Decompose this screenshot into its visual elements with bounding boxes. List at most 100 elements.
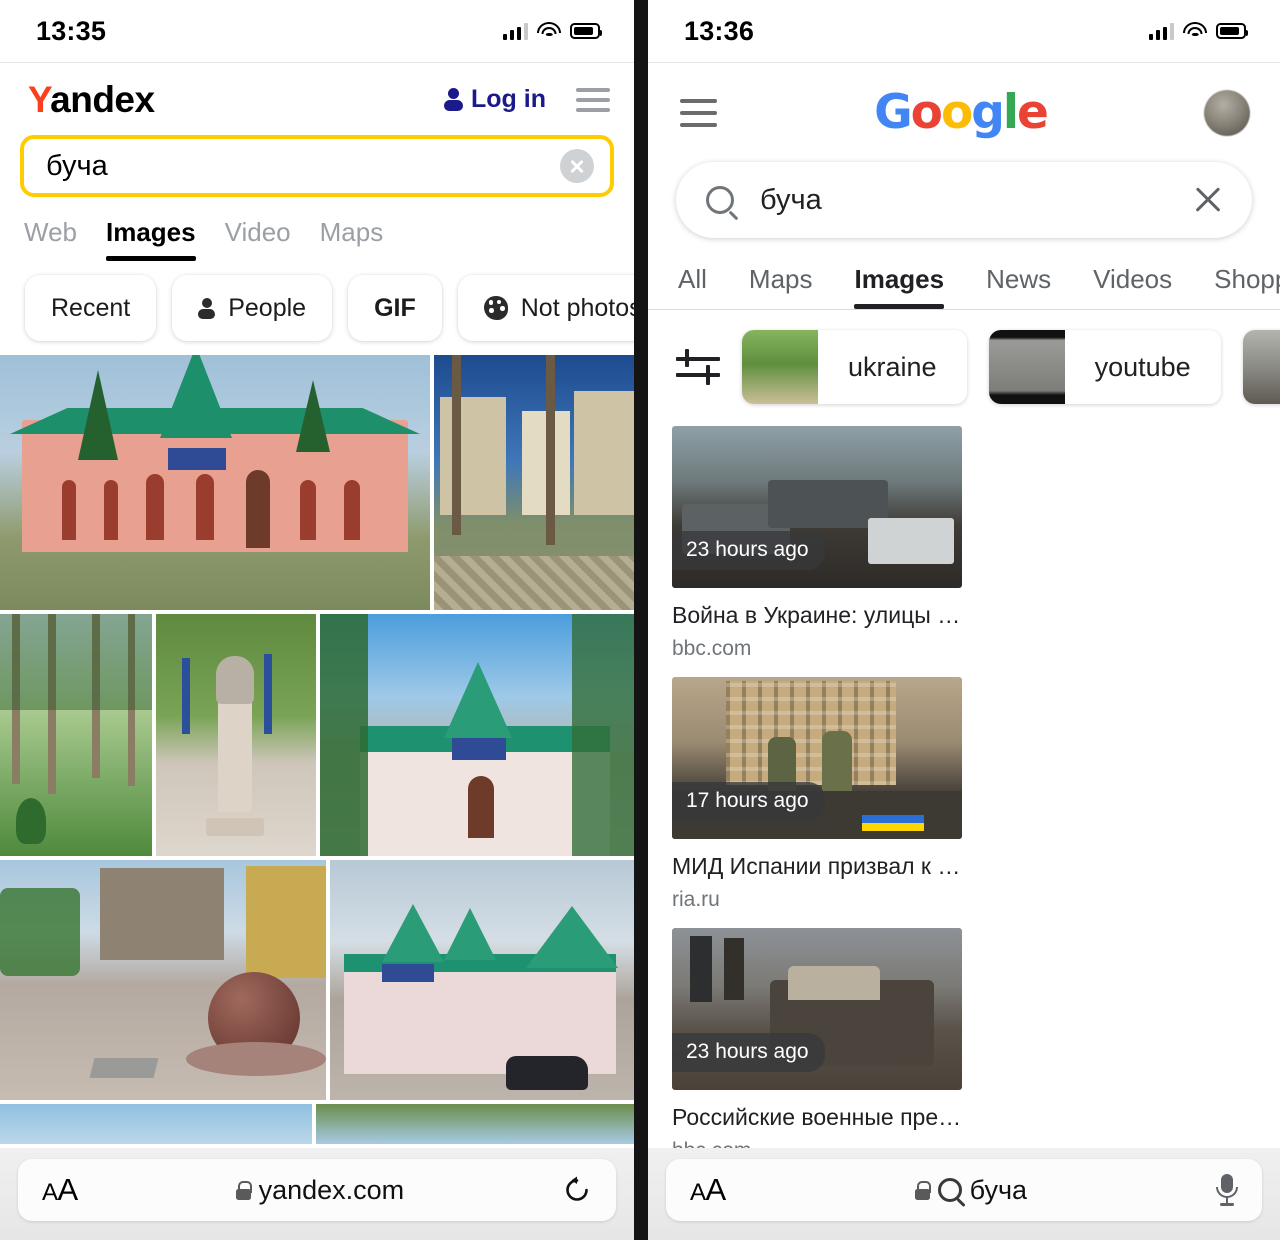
tab-images[interactable]: Images <box>854 264 944 309</box>
address-bar-url: yandex.com <box>258 1174 405 1205</box>
filter-chip-people[interactable]: People <box>172 275 333 341</box>
avatar[interactable] <box>1204 89 1250 136</box>
tab-images[interactable]: Images <box>106 217 196 261</box>
image-result-title[interactable]: Российские военные престу… <box>672 1104 962 1131</box>
yandex-logo-y: Y <box>28 79 51 120</box>
image-result[interactable] <box>320 614 634 856</box>
hamburger-menu-icon[interactable] <box>576 87 610 112</box>
related-chip-label: ukraine <box>848 351 937 382</box>
tab-video[interactable]: Video <box>225 217 291 261</box>
tab-maps[interactable]: Maps <box>749 264 813 309</box>
microphone-icon[interactable] <box>1216 1174 1238 1206</box>
image-result[interactable] <box>330 860 634 1100</box>
image-result[interactable] <box>0 614 152 856</box>
google-tabs: All Maps Images News Videos Shopping <box>648 238 1280 309</box>
text-size-button[interactable]: AA <box>690 1172 726 1208</box>
logo-letter: e <box>1017 85 1049 140</box>
address-bar[interactable]: AA yandex.com <box>18 1159 616 1221</box>
login-label: Log in <box>471 85 546 113</box>
filter-chip-gif[interactable]: GIF <box>348 275 442 341</box>
image-result-title[interactable]: Война в Украине: улицы Буч… <box>672 602 962 629</box>
status-icons <box>502 22 603 40</box>
search-input[interactable]: буча <box>20 135 614 197</box>
filter-chip-not-photos[interactable]: Not photos <box>457 275 634 341</box>
cellular-signal-icon <box>1148 22 1174 40</box>
related-chip-thumbnail <box>742 330 818 404</box>
reload-icon[interactable] <box>562 1175 592 1205</box>
image-result[interactable] <box>156 614 316 856</box>
tab-videos[interactable]: Videos <box>1093 264 1172 309</box>
tab-web[interactable]: Web <box>24 217 77 261</box>
image-result-card[interactable]: 23 hours ago Война в Украине: улицы Буч…… <box>672 426 962 661</box>
google-page: Google буча All Maps Images News Videos … <box>648 62 1280 1148</box>
filter-chip-label: People <box>228 293 307 322</box>
image-result-source: ria.ru <box>672 888 720 911</box>
image-result-source: bbc.com <box>672 637 752 660</box>
tab-all[interactable]: All <box>678 264 707 309</box>
yandex-status-bar: 13:35 <box>0 0 634 62</box>
address-bar-center: yandex.com <box>78 1175 562 1206</box>
image-result-card[interactable]: 23 hours ago Российские военные престу… … <box>672 928 962 1148</box>
wifi-icon <box>1183 22 1207 40</box>
google-image-results: 23 hours ago Война в Украине: улицы Буч…… <box>648 426 1280 1148</box>
image-age-badge: 23 hours ago <box>672 531 825 570</box>
image-result-card[interactable]: 17 hours ago МИД Испании призвал к рас… … <box>672 677 962 912</box>
tab-news[interactable]: News <box>986 264 1051 309</box>
image-result-source: bbc.com <box>672 1139 962 1148</box>
battery-icon <box>570 23 603 39</box>
search-input-value: буча <box>760 183 822 216</box>
tab-shopping[interactable]: Shopping <box>1214 264 1280 309</box>
address-bar-query: буча <box>969 1174 1028 1205</box>
tune-filter-icon[interactable] <box>676 347 720 387</box>
image-grid-row <box>0 614 634 856</box>
yandex-filter-chips: Recent People GIF Not photos <box>0 261 634 355</box>
hamburger-menu-icon[interactable] <box>680 98 717 127</box>
filter-chip-label: GIF <box>374 293 416 322</box>
clear-icon[interactable] <box>560 149 594 183</box>
image-result[interactable] <box>0 355 430 610</box>
google-phone-screen: 13:36 Google буча All Maps Images News V… <box>648 0 1280 1240</box>
status-time: 13:36 <box>684 15 755 46</box>
image-grid-row <box>0 860 634 1100</box>
related-chip-overflow[interactable] <box>1242 330 1280 404</box>
logo-letter: o <box>940 85 973 140</box>
yandex-header-actions: Log in <box>444 85 610 114</box>
related-chip-label: youtube <box>1094 351 1191 382</box>
logo-letter: o <box>910 85 943 140</box>
google-header: Google <box>648 63 1280 136</box>
image-result[interactable] <box>434 355 634 610</box>
google-status-bar: 13:36 <box>648 0 1280 62</box>
palette-icon <box>483 296 508 320</box>
google-browser-toolbar: AA буча <box>648 1148 1280 1240</box>
image-result-title[interactable]: МИД Испании призвал к рас… <box>672 853 962 880</box>
search-icon <box>937 1178 962 1202</box>
cellular-signal-icon <box>502 22 528 40</box>
image-result-thumbnail[interactable]: 17 hours ago <box>672 677 962 839</box>
related-chip-youtube[interactable]: youtube <box>988 330 1221 404</box>
tab-maps[interactable]: Maps <box>320 217 384 261</box>
text-size-button[interactable]: AA <box>42 1172 78 1208</box>
image-result[interactable] <box>0 1104 312 1144</box>
battery-icon <box>1216 23 1249 39</box>
image-result[interactable] <box>316 1104 634 1144</box>
yandex-logo[interactable]: Yandex <box>28 81 155 118</box>
search-input[interactable]: буча <box>676 162 1252 238</box>
logo-letter: g <box>971 85 1005 140</box>
google-logo[interactable]: Google <box>874 89 1049 136</box>
dual-phone-screenshot: 13:35 Yandex Log in буча Web Images Vide… <box>0 0 1280 1240</box>
status-time: 13:35 <box>36 15 107 46</box>
image-grid-row <box>0 355 634 610</box>
related-chip-thumbnail <box>1242 330 1280 404</box>
related-chip-ukraine[interactable]: ukraine <box>742 330 967 404</box>
yandex-phone-screen: 13:35 Yandex Log in буча Web Images Vide… <box>0 0 634 1240</box>
status-icons <box>1148 22 1249 40</box>
lock-icon <box>914 1180 932 1200</box>
login-button[interactable]: Log in <box>444 85 546 114</box>
address-bar[interactable]: AA буча <box>666 1159 1262 1221</box>
image-result-thumbnail[interactable]: 23 hours ago <box>672 426 962 588</box>
image-result[interactable] <box>0 860 326 1100</box>
close-icon[interactable] <box>1192 184 1224 216</box>
image-result-thumbnail[interactable]: 23 hours ago <box>672 928 962 1090</box>
filter-chip-recent[interactable]: Recent <box>25 275 157 341</box>
yandex-logo-rest: andex <box>50 79 155 120</box>
